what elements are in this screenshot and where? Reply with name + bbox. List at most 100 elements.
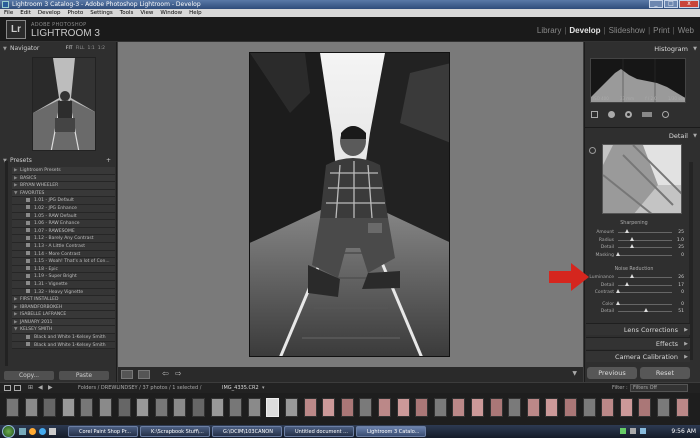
slider-track[interactable] — [618, 254, 672, 256]
preset-folder[interactable]: ▶ FIRST INSTALLED — [12, 296, 115, 304]
minimize-button[interactable]: _ — [649, 0, 663, 8]
menu-help[interactable]: Help — [189, 9, 202, 17]
filmstrip-thumbnail[interactable] — [675, 398, 689, 417]
preset-folder[interactable]: ▶ JANUARY 2011 — [12, 318, 115, 327]
filmstrip-thumbnail[interactable] — [285, 398, 298, 417]
task-lightroom[interactable]: Lightroom 3 Catalo... — [356, 426, 426, 437]
zoom-fit[interactable]: FIT — [66, 44, 73, 54]
filmstrip-thumbnail[interactable] — [229, 398, 243, 417]
preset-folder[interactable]: ▼ KELSEY SMITH — [12, 326, 115, 335]
slider-track[interactable] — [618, 239, 672, 241]
filmstrip-thumbnail[interactable] — [638, 398, 652, 417]
monitor-1-icon[interactable] — [4, 385, 11, 391]
filmstrip-thumbnail[interactable] — [415, 398, 429, 417]
filmstrip-thumbnail[interactable] — [266, 398, 280, 417]
filmstrip-thumbnail[interactable] — [43, 398, 57, 417]
preset-item[interactable]: 1.01 - JPG Default — [12, 197, 115, 205]
slider-value[interactable]: 26 — [670, 274, 684, 281]
slider-handle[interactable] — [616, 251, 620, 256]
slider-value[interactable]: 0 — [670, 289, 684, 296]
slider-handle[interactable] — [625, 281, 630, 286]
detail-collapse-icon[interactable]: ▼ — [693, 133, 697, 139]
filmstrip-thumbnail[interactable] — [433, 398, 447, 417]
filter-dropdown[interactable]: Filters Off — [630, 384, 688, 392]
menu-edit[interactable]: Edit — [20, 9, 31, 17]
filmstrip-thumbnail[interactable] — [192, 398, 205, 417]
preset-item[interactable]: 1.14 - More Contrast — [12, 250, 115, 259]
red-eye-icon[interactable] — [625, 111, 632, 118]
maximize-button[interactable]: □ — [664, 0, 678, 8]
zoom-1-2[interactable]: 1:2 — [98, 44, 105, 54]
module-library[interactable]: Library — [537, 26, 561, 35]
slider-track[interactable] — [618, 277, 672, 278]
task-dcim[interactable]: G:\DCIM\103CANON — [212, 426, 282, 437]
filmstrip-thumbnail[interactable] — [99, 398, 112, 417]
filename-dropdown-icon[interactable]: ▾ — [262, 383, 265, 393]
menu-file[interactable]: File — [4, 9, 13, 17]
selected-filename[interactable]: IMG_4335.CR2 — [222, 383, 259, 393]
slider-value[interactable]: 17 — [670, 282, 684, 289]
filmstrip-thumbnail[interactable] — [545, 398, 559, 417]
next-arrow-icon[interactable]: ⇨ — [175, 369, 182, 378]
before-after-icon[interactable] — [138, 370, 150, 379]
detail-target-icon[interactable] — [589, 147, 596, 154]
filmstrip-thumbnail[interactable] — [526, 398, 540, 417]
navigator-preview[interactable] — [32, 57, 96, 151]
slider-value[interactable]: 25 — [670, 229, 684, 236]
histogram[interactable]: ISO 400 33 mm f / 2.0 1/30 sec — [590, 58, 686, 103]
slider-handle[interactable] — [643, 308, 648, 312]
module-slideshow[interactable]: Slideshow — [609, 26, 645, 35]
filmstrip-thumbnail[interactable] — [6, 398, 19, 417]
section-effects[interactable]: Effects ▶ — [586, 337, 690, 349]
filmstrip-thumbnail[interactable] — [173, 398, 187, 417]
menu-view[interactable]: View — [140, 9, 153, 17]
filmstrip-thumbnail[interactable] — [340, 398, 354, 417]
menu-settings[interactable]: Settings — [90, 9, 113, 17]
slider-value[interactable]: 1.0 — [670, 237, 684, 244]
filmstrip-thumbnail[interactable] — [154, 398, 168, 417]
prev-arrow-icon[interactable]: ⇦ — [162, 369, 169, 378]
filmstrip-thumbnail[interactable] — [489, 398, 503, 417]
filmstrip-thumbnail[interactable] — [303, 398, 317, 417]
task-untitled-document[interactable]: Untitled document ... — [284, 426, 354, 437]
filmstrip-thumbnail[interactable] — [601, 398, 615, 417]
filmstrip-prev-icon[interactable]: ◀ — [38, 383, 43, 393]
copy-button[interactable]: Copy... — [4, 371, 54, 380]
filmstrip-thumbnail[interactable] — [322, 398, 336, 417]
slider-handle[interactable] — [630, 274, 635, 278]
add-preset-icon[interactable]: + — [106, 156, 111, 166]
collapse-triangle-icon[interactable]: ▼ — [3, 44, 10, 54]
quicklaunch-desktop-icon[interactable] — [19, 428, 26, 435]
graduated-filter-icon[interactable] — [642, 112, 652, 117]
task-paint-shop[interactable]: Corel Paint Shop Pr... — [68, 426, 138, 437]
filmstrip-thumbnail[interactable] — [378, 398, 391, 417]
quicklaunch-explorer-icon[interactable] — [49, 428, 56, 435]
preset-item[interactable]: 1.19 - Super Bright — [12, 273, 115, 281]
slider-track[interactable] — [618, 292, 672, 293]
menu-develop[interactable]: Develop — [38, 9, 61, 17]
section-camera-calibration[interactable]: Camera Calibration ▶ — [586, 350, 690, 362]
filmstrip-thumbnail[interactable] — [117, 398, 131, 417]
filmstrip-thumbnail[interactable] — [619, 398, 633, 417]
filmstrip-thumbnail[interactable] — [657, 398, 670, 417]
slider-handle[interactable] — [625, 229, 630, 233]
task-scrapbook[interactable]: K:\Scrapbook Stuff\... — [140, 426, 210, 437]
filmstrip-thumbnail[interactable] — [471, 398, 484, 417]
module-develop[interactable]: Develop — [569, 26, 600, 35]
filmstrip-thumbnail[interactable] — [61, 398, 75, 417]
slider-track[interactable] — [618, 303, 672, 305]
monitor-2-icon[interactable] — [14, 385, 21, 391]
quicklaunch-ie-icon[interactable] — [39, 428, 46, 435]
grid-view-icon[interactable]: ⊞ — [28, 383, 33, 393]
paste-button[interactable]: Paste — [59, 371, 109, 380]
filmstrip-thumbnail[interactable] — [396, 398, 410, 417]
filmstrip-thumbnail[interactable] — [582, 398, 596, 417]
preset-item[interactable]: 1.32 - Heavy Vignette — [12, 288, 115, 297]
preset-folder[interactable]: ▶ IBRANDFORBOKEH — [12, 303, 115, 312]
menu-photo[interactable]: Photo — [68, 9, 84, 17]
slider-track[interactable] — [618, 247, 672, 248]
menu-window[interactable]: Window — [160, 9, 182, 17]
zoom-1-1[interactable]: 1:1 — [88, 44, 95, 54]
preset-folder[interactable]: ▶ BRYAN WHEELER — [12, 182, 115, 190]
filmstrip-thumbnail[interactable] — [210, 398, 224, 417]
